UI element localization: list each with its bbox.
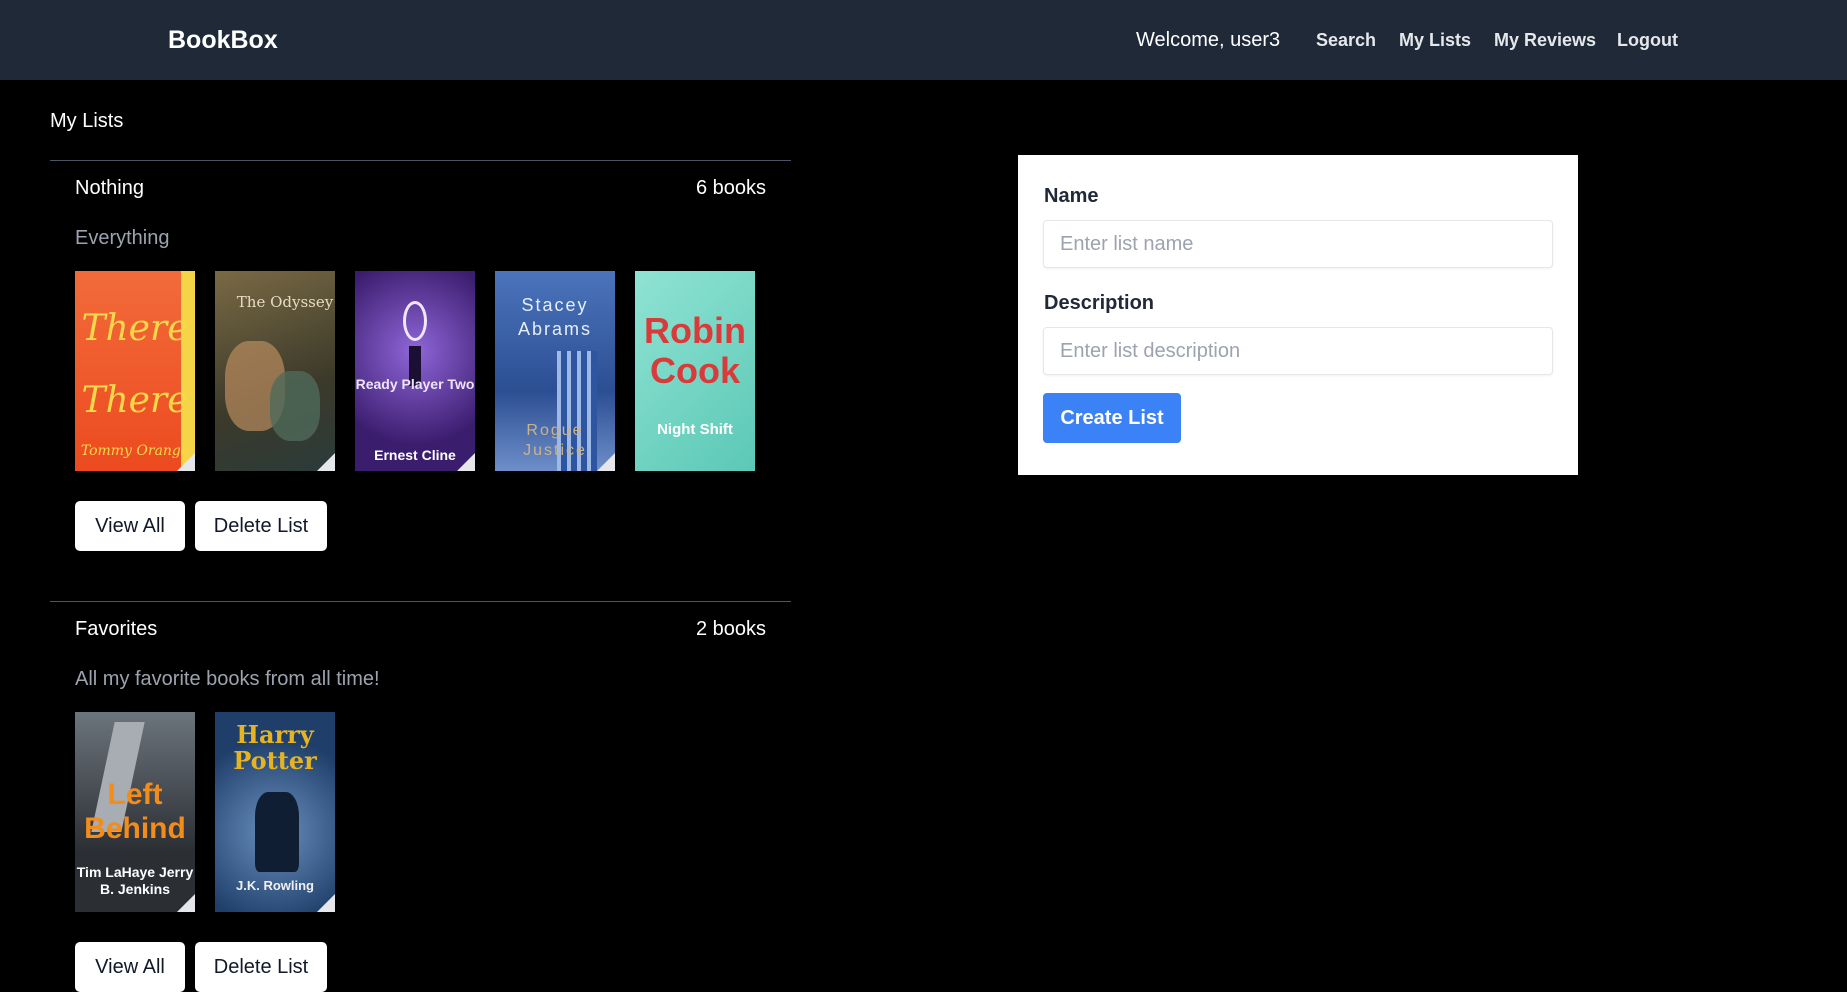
nav-link-search[interactable]: Search: [1316, 30, 1376, 51]
list-description: Everything: [75, 227, 170, 249]
book-cover[interactable]: Robin Cook Night Shift: [635, 271, 755, 471]
nav-link-logout[interactable]: Logout: [1617, 30, 1678, 51]
create-list-button[interactable]: Create List: [1043, 393, 1181, 443]
list-name: Favorites: [75, 618, 158, 640]
book-cover-author: Tim LaHaye Jerry B. Jenkins: [76, 864, 194, 897]
book-cover[interactable]: There There Tommy Orange: [75, 271, 195, 471]
book-cover[interactable]: Harry Potter J.K. Rowling: [215, 712, 335, 912]
delete-list-button[interactable]: Delete List: [195, 501, 327, 551]
page-title: My Lists: [50, 110, 124, 132]
book-cover[interactable]: Left Behind Tim LaHaye Jerry B. Jenkins: [75, 712, 195, 912]
list-book-count: 2 books: [695, 618, 766, 640]
book-cover-title: Harry Potter: [233, 720, 317, 775]
name-label: Name: [1044, 185, 1099, 207]
brand-logo[interactable]: BookBox: [168, 26, 278, 55]
list-card: Favorites 2 books All my favorite books …: [50, 601, 791, 992]
book-cover-title: There There: [81, 308, 189, 421]
book-cover-title: Ready Player Two: [355, 376, 475, 392]
welcome-text: Welcome, user3: [1136, 29, 1281, 51]
view-all-button[interactable]: View All: [75, 942, 185, 992]
list-card: Nothing 6 books Everything There There T…: [50, 160, 791, 580]
book-cover-title: Night Shift: [657, 421, 733, 438]
create-list-form: Name Description Create List: [1018, 155, 1578, 475]
navbar: BookBox Welcome, user3 Search My Lists M…: [0, 0, 1847, 80]
list-description-input[interactable]: [1043, 327, 1553, 375]
list-description: All my favorite books from all time!: [75, 668, 380, 690]
delete-list-button[interactable]: Delete List: [195, 942, 327, 992]
book-cover-author: Robin Cook: [644, 310, 746, 391]
book-cover-title: The Odyssey: [236, 293, 334, 311]
list-name-input[interactable]: [1043, 220, 1553, 268]
book-cover-title: Left Behind: [84, 778, 186, 845]
book-cover-author: Stacey Abrams: [517, 295, 592, 339]
book-cover[interactable]: The Odyssey: [215, 271, 335, 471]
nav-link-my-lists[interactable]: My Lists: [1399, 30, 1471, 51]
list-book-count: 6 books: [695, 177, 766, 199]
book-cover[interactable]: Stacey Abrams Rogue Justice: [495, 271, 615, 471]
description-label: Description: [1044, 292, 1155, 314]
book-cover-author: J.K. Rowling: [236, 878, 314, 893]
book-cover[interactable]: Ready Player Two Ernest Cline: [355, 271, 475, 471]
nav-link-my-reviews[interactable]: My Reviews: [1494, 30, 1596, 51]
list-name: Nothing: [75, 177, 144, 199]
view-all-button[interactable]: View All: [75, 501, 185, 551]
